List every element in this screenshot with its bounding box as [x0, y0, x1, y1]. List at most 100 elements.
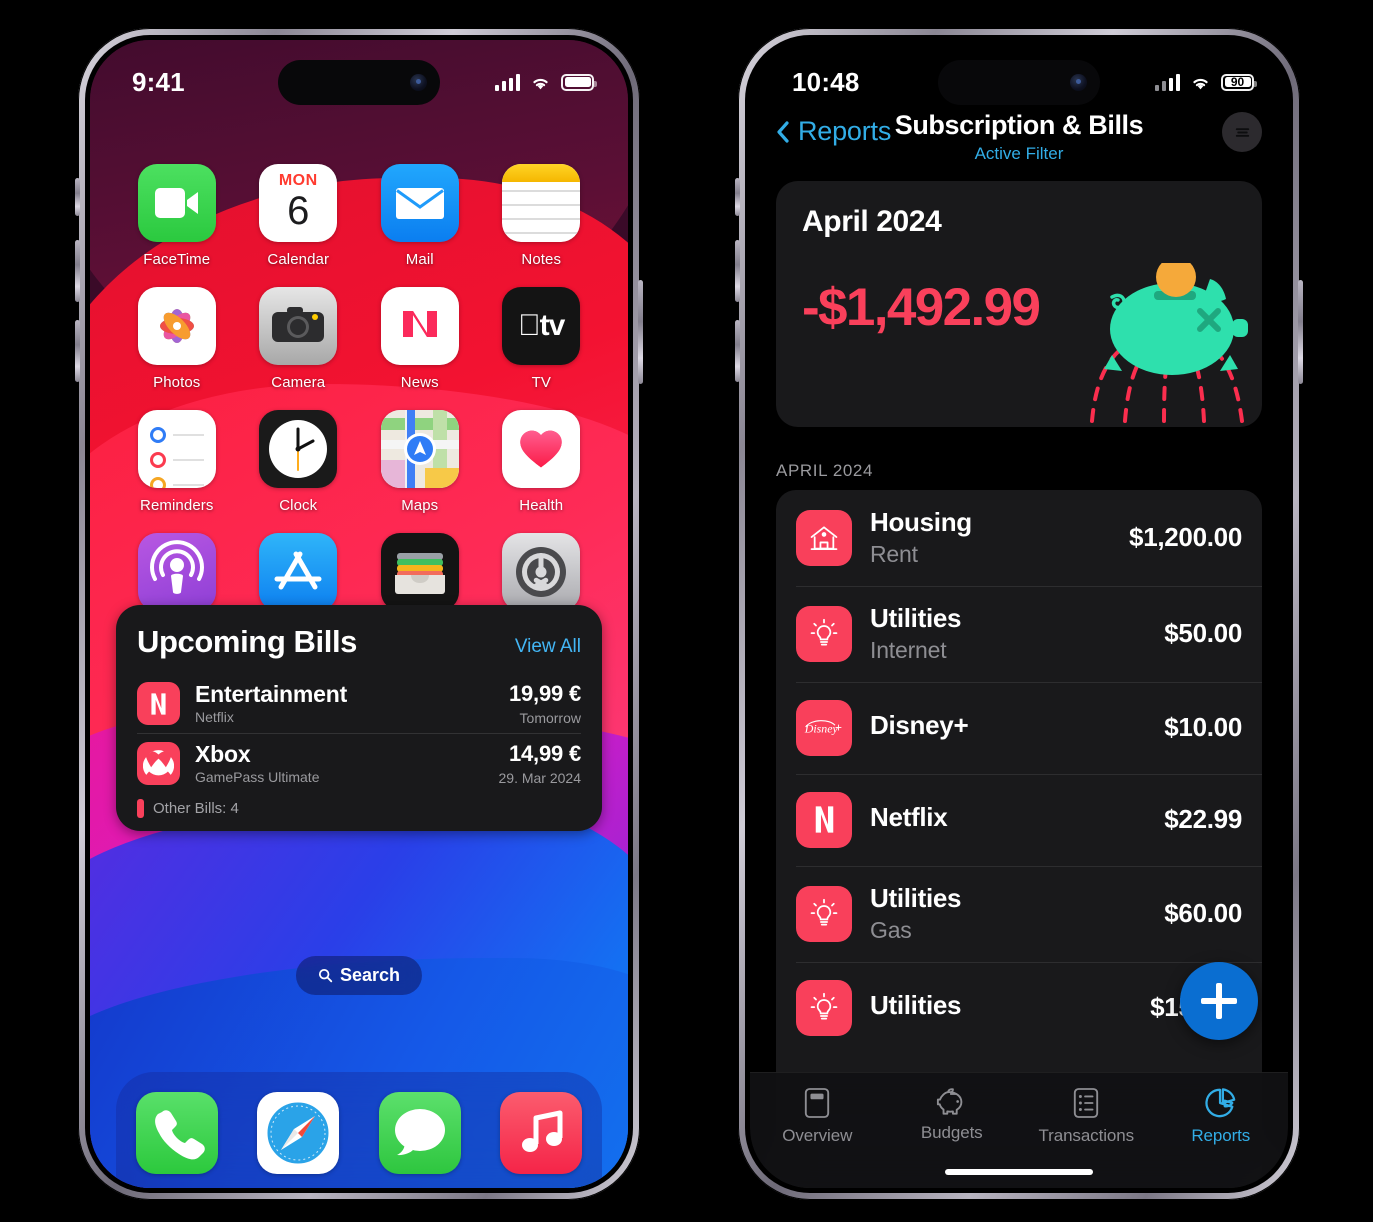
signal-bars-icon: [1154, 73, 1180, 91]
active-filter-label[interactable]: Active Filter: [750, 144, 1288, 164]
wifi-icon: [533, 78, 548, 89]
tab-label: Transactions: [1038, 1126, 1135, 1145]
filter-button[interactable]: [1222, 112, 1262, 152]
app-calendar[interactable]: MON 6 Calendar: [238, 164, 360, 268]
add-transaction-button[interactable]: [1180, 962, 1258, 1040]
back-button[interactable]: Reports: [776, 116, 891, 147]
transaction-amount: $60.00: [1164, 898, 1242, 929]
lightbulb-icon: [796, 979, 852, 1036]
pie-chart-icon: [1205, 1088, 1236, 1118]
appstore-icon: [259, 533, 338, 611]
transaction-sub: Internet: [870, 636, 947, 663]
app-label: News: [400, 374, 439, 391]
tab-label: Reports: [1191, 1126, 1251, 1145]
app-grid-row-1: FaceTime MON 6 Calendar Mail Notes: [90, 164, 628, 268]
other-bills-chip-icon: [137, 799, 144, 818]
list-item[interactable]: Housing Rent $1,200.00: [776, 490, 1262, 586]
safari-icon[interactable]: [257, 1092, 340, 1174]
app-label: FaceTime: [143, 251, 211, 268]
transaction-amount: $50.00: [1164, 618, 1242, 649]
list-item[interactable]: Netflix $22.99: [776, 773, 1262, 866]
app-notes[interactable]: Notes: [481, 164, 603, 268]
health-icon: [502, 410, 581, 488]
tab-reports[interactable]: Reports: [1154, 1087, 1289, 1146]
battery-icon: 90: [1221, 73, 1257, 91]
iphone-right-device: 10:48 90 Reports Subscription & Bills Ac…: [735, 28, 1303, 1200]
list-icon: [1074, 1088, 1099, 1118]
app-label: Mail: [405, 251, 434, 268]
app-tv[interactable]: tv TV: [481, 287, 603, 391]
app-mail[interactable]: Mail: [359, 164, 481, 268]
list-item[interactable]: Disney + Disney+ $10.00: [776, 681, 1262, 774]
screenshot-stage: 9:41 FaceTime MON 6 Calendar Mail Notes …: [0, 0, 1373, 1222]
home-screen: 9:41 FaceTime MON 6 Calendar Mail Notes …: [90, 40, 628, 1188]
search-label: Search: [339, 965, 401, 985]
section-header: APRIL 2024: [776, 461, 874, 480]
search-icon: [318, 968, 333, 983]
search-button[interactable]: Search: [295, 956, 423, 995]
widget-bill-row[interactable]: Xbox GamePass Ultimate 14,99 € 29. Mar 2…: [137, 733, 581, 793]
app-health[interactable]: Health: [481, 410, 603, 514]
battery-percent: 90: [1230, 75, 1245, 89]
notes-icon: [502, 164, 581, 242]
tab-budgets[interactable]: Budgets: [885, 1087, 1020, 1143]
upcoming-bills-widget[interactable]: Upcoming Bills View All Entertainment Ne…: [116, 605, 602, 831]
messages-icon[interactable]: [378, 1092, 461, 1174]
app-facetime[interactable]: FaceTime: [116, 164, 238, 268]
app-reminders[interactable]: Reminders: [116, 410, 238, 514]
view-all-link[interactable]: View All: [515, 636, 581, 658]
bill-name: Entertainment: [195, 680, 348, 707]
power-button[interactable]: [638, 280, 643, 384]
calendar-icon: MON 6: [259, 164, 338, 242]
tab-transactions[interactable]: Transactions: [1019, 1087, 1154, 1146]
mail-icon: [380, 164, 459, 242]
summary-month: April 2024: [802, 205, 942, 238]
app-news[interactable]: News: [359, 287, 481, 391]
volume-up-button[interactable]: [75, 240, 80, 302]
phone-icon[interactable]: [135, 1092, 218, 1174]
power-button[interactable]: [1298, 280, 1303, 384]
app-label: Notes: [521, 251, 562, 268]
app-label: Clock: [279, 497, 318, 514]
app-clock[interactable]: Clock: [238, 410, 360, 514]
transaction-name: Disney+: [870, 710, 969, 741]
reminders-icon: [137, 410, 216, 488]
facetime-icon: [137, 164, 216, 242]
transaction-amount: $22.99: [1164, 804, 1242, 835]
monthly-summary-card[interactable]: April 2024 -$1,492.99: [776, 181, 1262, 427]
widget-bill-row[interactable]: Entertainment Netflix 19,99 € Tomorrow: [137, 674, 581, 733]
back-label: Reports: [798, 116, 892, 146]
app-label: Photos: [153, 374, 201, 391]
netflix-icon: [137, 682, 180, 725]
list-item[interactable]: Utilities Gas $60.00: [776, 865, 1262, 962]
home-indicator[interactable]: [945, 1169, 1093, 1175]
bill-amount: 19,99 €: [508, 681, 581, 706]
app-photos[interactable]: Photos: [116, 287, 238, 391]
app-label: Reminders: [140, 497, 214, 514]
signal-bars-icon: [494, 73, 520, 91]
svg-text:+: +: [835, 720, 842, 734]
wallet-icon: [380, 533, 459, 611]
lightbulb-icon: [796, 605, 852, 662]
bill-due: 29. Mar 2024: [498, 770, 582, 786]
plus-icon: [1201, 983, 1237, 1019]
transaction-amount: $1,200.00: [1129, 522, 1242, 553]
front-camera-icon: [410, 74, 427, 91]
volume-down-button[interactable]: [75, 320, 80, 382]
music-icon[interactable]: [500, 1092, 583, 1174]
transaction-name: Utilities: [870, 882, 962, 913]
mute-switch[interactable]: [75, 178, 80, 216]
volume-down-button[interactable]: [735, 320, 740, 382]
bill-amount: 14,99 €: [508, 741, 581, 766]
tab-overview[interactable]: Overview: [750, 1087, 885, 1146]
mute-switch[interactable]: [735, 178, 740, 216]
app-maps[interactable]: Maps: [359, 410, 481, 514]
volume-up-button[interactable]: [735, 240, 740, 302]
list-item[interactable]: Utilities Internet $50.00: [776, 585, 1262, 682]
camera-icon: [259, 287, 338, 365]
filter-icon: [1235, 127, 1249, 137]
xbox-icon: [137, 742, 180, 785]
app-grid-row-3: Reminders Clock Maps Health: [90, 410, 628, 514]
bill-sub: GamePass Ultimate: [195, 769, 320, 786]
app-camera[interactable]: Camera: [238, 287, 360, 391]
